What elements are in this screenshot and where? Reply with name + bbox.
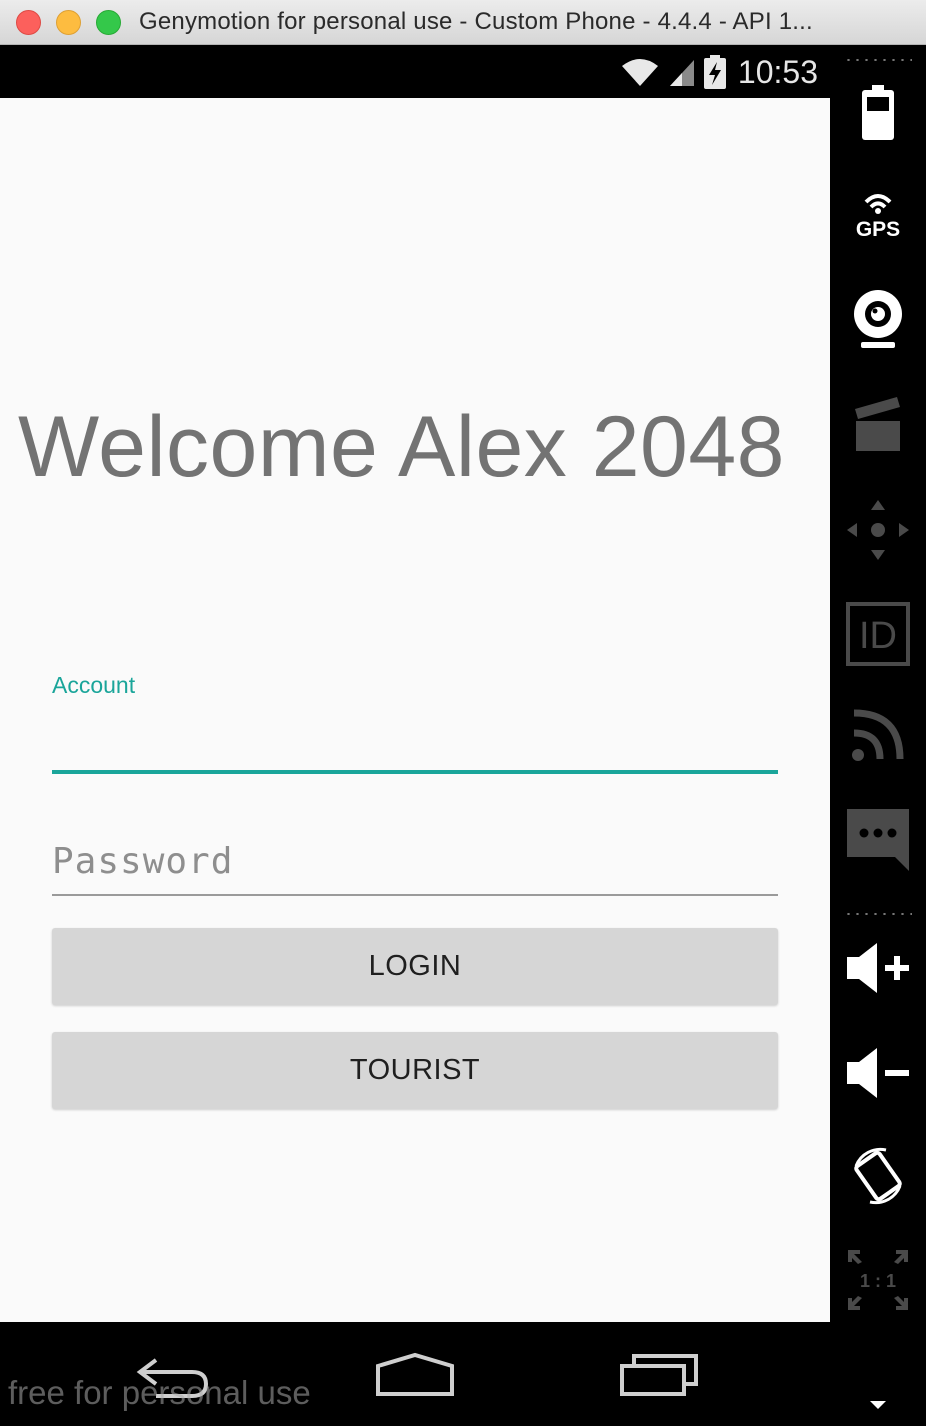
recents-icon[interactable] [618, 1352, 700, 1398]
login-button[interactable]: LOGIN [52, 928, 778, 1005]
battery-charging-icon [703, 55, 726, 89]
gps-widget-button[interactable]: GPS [830, 185, 926, 241]
more-icon [870, 1401, 886, 1409]
home-icon[interactable] [374, 1352, 456, 1398]
sms-icon [847, 809, 909, 871]
gps-label: GPS [856, 218, 900, 238]
minimize-window-button[interactable] [56, 9, 81, 35]
status-clock: 10:53 [737, 53, 818, 90]
webcam-widget-button[interactable] [830, 287, 926, 351]
volume-down-icon [847, 1048, 909, 1098]
capture-icon [855, 397, 900, 451]
pixel-ratio-label: 1 : 1 [860, 1271, 896, 1291]
signal-icon [669, 60, 694, 86]
rotate-button[interactable] [830, 1143, 926, 1209]
account-label: Account [52, 672, 136, 698]
pixel-perfect-icon: 1 : 1 [848, 1250, 908, 1310]
battery-widget-button[interactable] [830, 83, 926, 143]
volume-up-button[interactable] [830, 940, 926, 996]
more-button[interactable] [830, 1393, 926, 1417]
gps-icon: GPS [856, 194, 900, 238]
password-input[interactable] [52, 828, 778, 896]
pixel-perfect-button[interactable]: 1 : 1 [830, 1245, 926, 1315]
tourist-button[interactable]: TOURIST [52, 1032, 778, 1109]
capture-widget-button[interactable] [830, 393, 926, 455]
window-controls [16, 9, 121, 35]
toolbar-divider [844, 59, 912, 61]
device-id-widget-button[interactable]: ID [830, 601, 926, 667]
id-icon: ID [846, 602, 910, 666]
wifi-icon [621, 59, 658, 86]
welcome-heading: Welcome Alex 2048 [18, 399, 786, 495]
cast-widget-button[interactable] [830, 705, 926, 765]
watermark-text: free for personal use [8, 1374, 311, 1411]
close-window-button[interactable] [16, 9, 41, 35]
dpad-icon [847, 500, 909, 560]
android-status-bar: 10:53 [0, 45, 830, 98]
toolbar-divider [844, 913, 912, 915]
volume-up-icon [847, 943, 909, 993]
account-input[interactable] [52, 708, 778, 774]
volume-down-button[interactable] [830, 1045, 926, 1101]
window-title: Genymotion for personal use - Custom Pho… [139, 8, 813, 35]
rotate-icon [854, 1147, 902, 1205]
window-titlebar: Genymotion for personal use - Custom Pho… [0, 0, 926, 45]
sms-widget-button[interactable] [830, 807, 926, 873]
app-screen: Welcome Alex 2048 Account LOGIN TOURIST [0, 98, 830, 1322]
cast-icon [852, 709, 904, 761]
battery-icon [862, 85, 894, 140]
webcam-icon [854, 290, 902, 348]
id-label: ID [859, 615, 897, 657]
dpad-widget-button[interactable] [830, 497, 926, 563]
genymotion-toolbar: GPS ID 1: 1 [830, 45, 926, 1426]
zoom-window-button[interactable] [96, 9, 121, 35]
